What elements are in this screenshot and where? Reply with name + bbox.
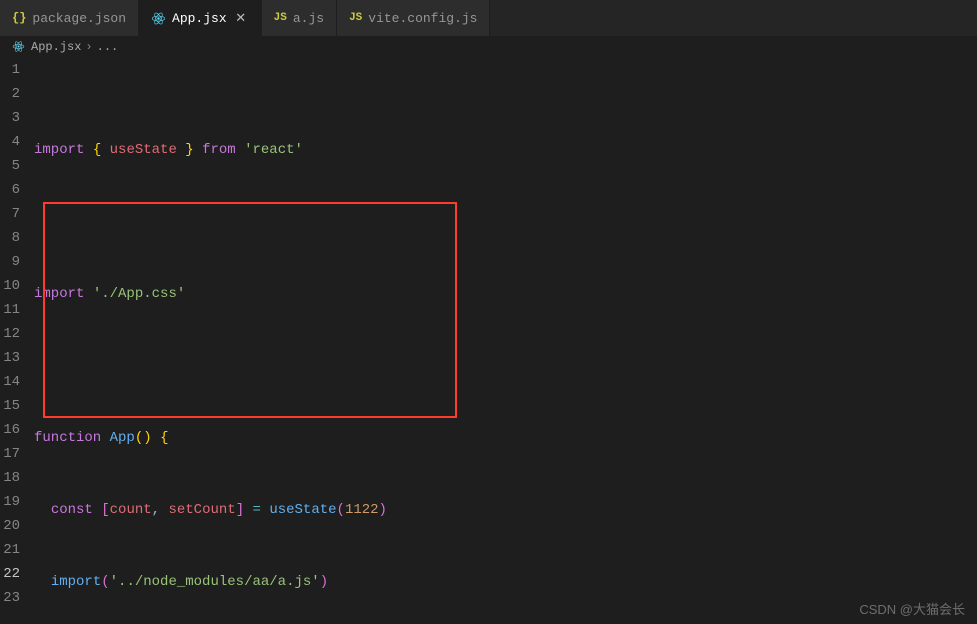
code-line: function App() { (34, 426, 977, 450)
line-number: 22 (0, 562, 20, 586)
line-number: 1 (0, 58, 20, 82)
watermark: CSDN @大猫会长 (859, 599, 965, 618)
line-number: 21 (0, 538, 20, 562)
line-number: 23 (0, 586, 20, 610)
line-number: 11 (0, 298, 20, 322)
chevron-right-icon: › (85, 40, 92, 54)
tab-label: vite.config.js (368, 11, 477, 26)
tab-vite-config[interactable]: JS vite.config.js (337, 0, 490, 36)
line-number: 13 (0, 346, 20, 370)
code-line: import { useState } from 'react' (34, 138, 977, 162)
breadcrumb-more: ... (97, 40, 119, 54)
react-icon (151, 11, 166, 26)
line-number: 5 (0, 154, 20, 178)
line-number: 19 (0, 490, 20, 514)
tab-label: App.jsx (172, 11, 227, 26)
close-icon[interactable]: ✕ (233, 11, 249, 26)
code-line (34, 210, 977, 234)
tab-label: a.js (293, 11, 324, 26)
code-line (34, 354, 977, 378)
js-icon: JS (349, 12, 362, 24)
line-number: 14 (0, 370, 20, 394)
highlight-box (43, 202, 457, 418)
tab-package-json[interactable]: {} package.json (0, 0, 139, 36)
json-icon: {} (12, 11, 26, 25)
line-number: 4 (0, 130, 20, 154)
breadcrumb[interactable]: App.jsx › ... (0, 36, 977, 58)
line-number: 10 (0, 274, 20, 298)
line-number: 20 (0, 514, 20, 538)
line-number: 18 (0, 466, 20, 490)
line-number: 12 (0, 322, 20, 346)
code-line: import('../node_modules/aa/a.js') (34, 570, 977, 594)
tab-a-js[interactable]: JS a.js (262, 0, 337, 36)
code-area[interactable]: import { useState } from 'react' import … (34, 58, 977, 624)
code-line: const [count, setCount] = useState(1122) (34, 498, 977, 522)
code-line: import './App.css' (34, 282, 977, 306)
line-number: 17 (0, 442, 20, 466)
line-gutter: 1 2 3 4 5 6 7 8 9 10 11 12 13 14 15 16 1… (0, 58, 34, 624)
tab-bar: {} package.json App.jsx ✕ JS a.js JS vit… (0, 0, 977, 36)
line-number: 16 (0, 418, 20, 442)
js-icon: JS (274, 12, 287, 24)
line-number: 9 (0, 250, 20, 274)
react-icon (12, 40, 27, 55)
tab-label: package.json (32, 11, 126, 26)
line-number: 2 (0, 82, 20, 106)
editor[interactable]: 1 2 3 4 5 6 7 8 9 10 11 12 13 14 15 16 1… (0, 58, 977, 624)
breadcrumb-file: App.jsx (31, 40, 81, 54)
tab-app-jsx[interactable]: App.jsx ✕ (139, 0, 262, 36)
line-number: 3 (0, 106, 20, 130)
line-number: 15 (0, 394, 20, 418)
line-number: 7 (0, 202, 20, 226)
line-number: 6 (0, 178, 20, 202)
line-number: 8 (0, 226, 20, 250)
